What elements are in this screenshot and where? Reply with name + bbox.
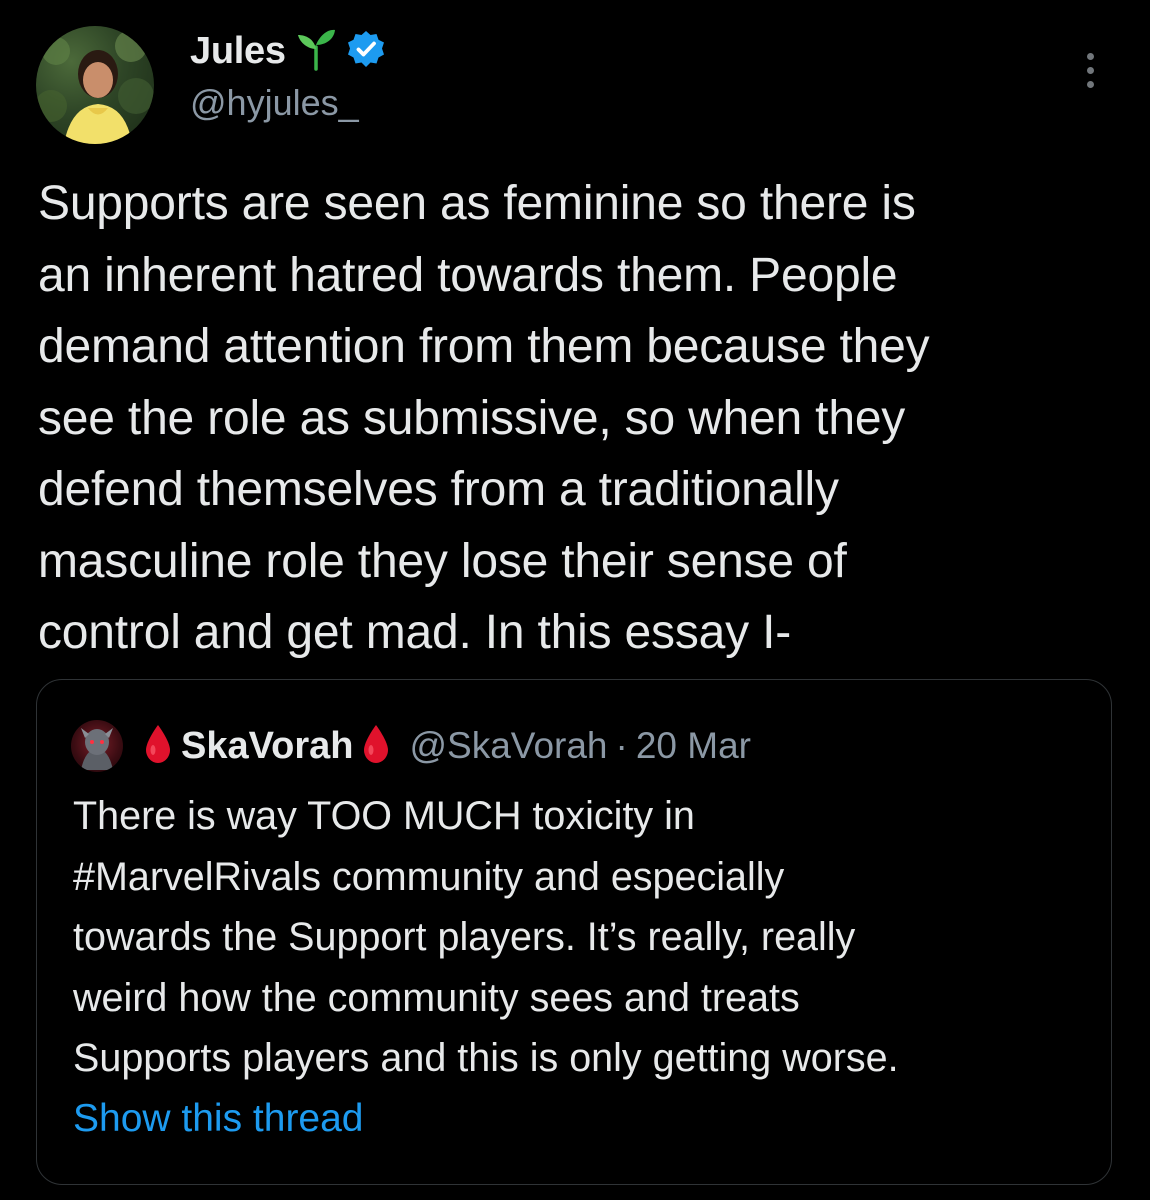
more-vertical-icon	[1086, 52, 1094, 60]
author-avatar[interactable]	[36, 26, 154, 144]
tweet: Jules @hyjules_ Supports are seen as fem…	[0, 0, 1150, 1200]
quoted-author-avatar[interactable]	[71, 720, 123, 772]
quoted-tweet-date[interactable]: 20 Mar	[636, 725, 751, 767]
tweet-text: Supports are seen as feminine so there i…	[38, 177, 930, 659]
quoted-tweet-text: There is way TOO MUCH toxicity in #Marve…	[73, 794, 899, 1080]
verified-badge-icon[interactable]	[346, 29, 386, 74]
blood-drop-icon-trailing	[361, 723, 391, 770]
author-handle[interactable]: @hyjules_	[190, 82, 359, 124]
blood-drop-icon	[143, 723, 173, 770]
author-name-row: Jules	[190, 26, 386, 76]
quoted-author-display-name[interactable]: SkaVorah	[181, 725, 353, 768]
quoted-author-avatar-image	[81, 728, 113, 770]
quoted-tweet-card[interactable]: SkaVorah @SkaVorah · 20 Mar There is way…	[36, 679, 1112, 1185]
more-vertical-icon-dot	[1086, 66, 1094, 74]
author-display-name[interactable]: Jules	[190, 30, 286, 73]
seedling-icon	[296, 27, 336, 76]
more-vertical-icon-dot	[1086, 80, 1094, 88]
more-options-button[interactable]	[1070, 40, 1110, 100]
author-avatar-image	[36, 30, 154, 144]
quoted-author-handle[interactable]: @SkaVorah	[409, 725, 607, 767]
show-thread-link[interactable]: Show this thread	[73, 1097, 364, 1141]
quoted-header-separator: ·	[615, 725, 628, 766]
quoted-tweet-header: SkaVorah @SkaVorah · 20 Mar	[71, 720, 751, 772]
